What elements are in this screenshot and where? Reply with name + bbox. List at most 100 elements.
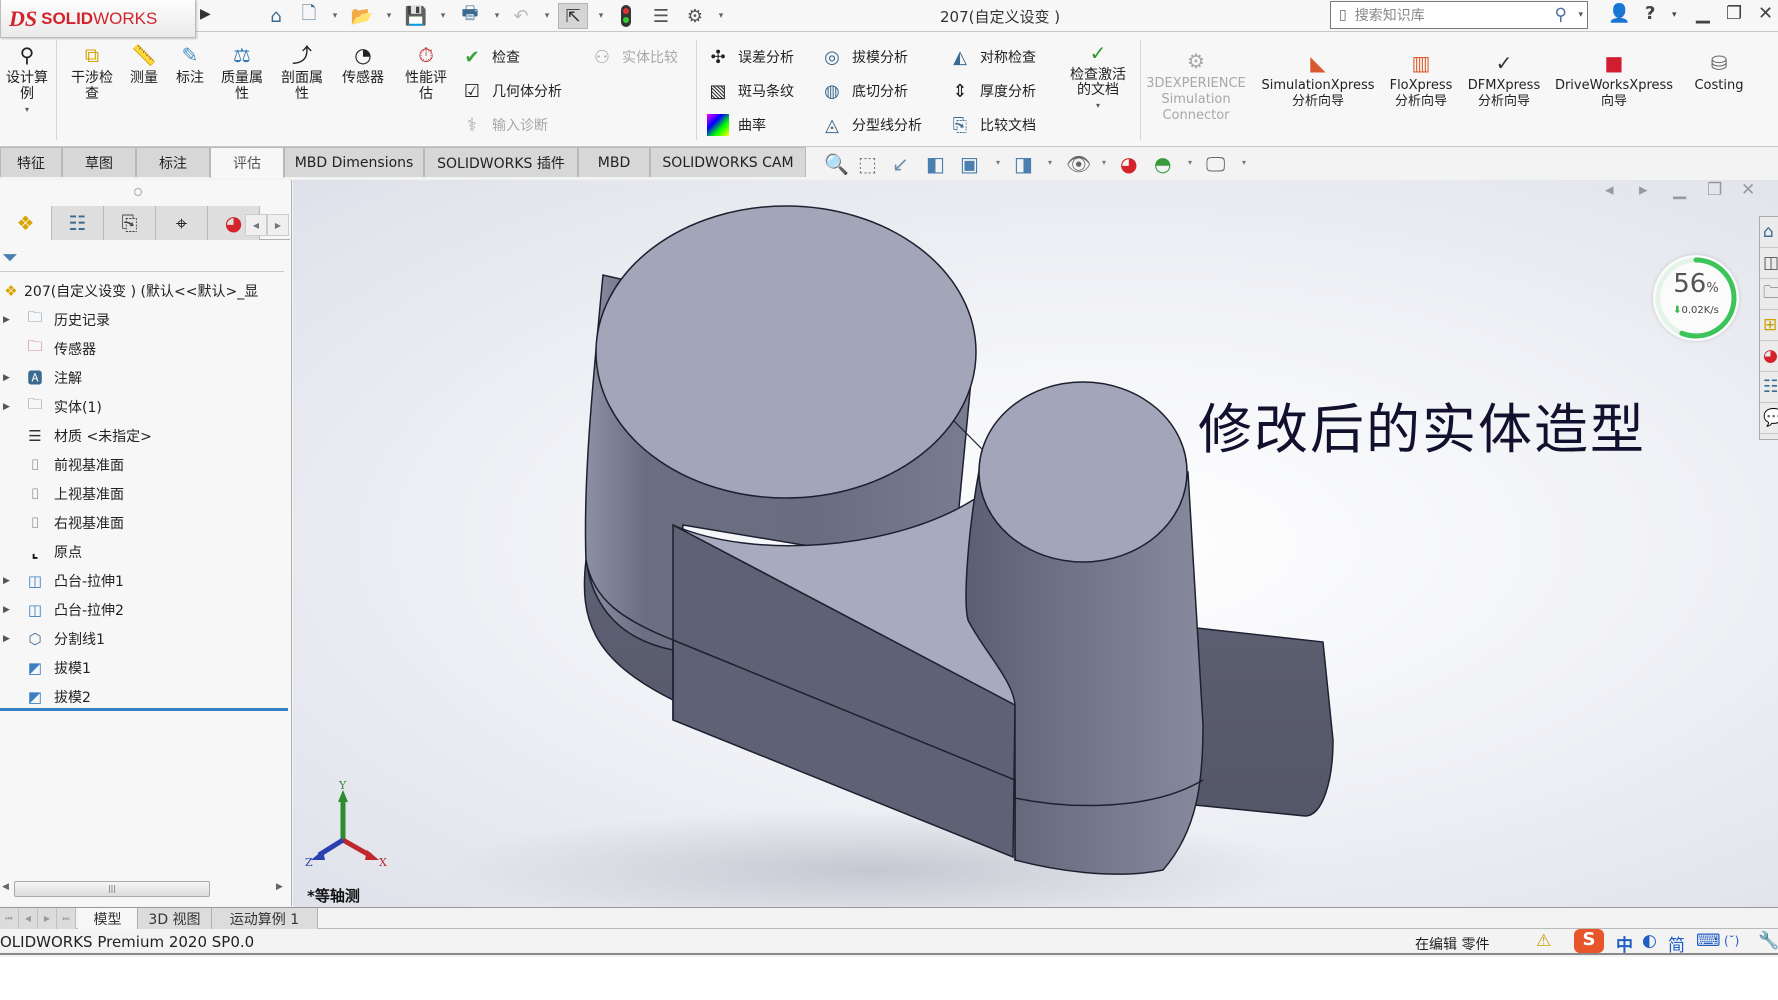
open-dropdown-icon[interactable]: ▾ (384, 3, 394, 29)
view-palette-tab[interactable]: ⊞ (1760, 310, 1778, 341)
interference-check-button[interactable]: ⧉ 干涉检 查 (64, 42, 120, 102)
search-input[interactable]: 搜索知识库 (1355, 5, 1425, 25)
tab-evaluate[interactable]: 评估 (210, 147, 284, 178)
tab-mbd-dimensions[interactable]: MBD Dimensions (284, 147, 424, 177)
select-dropdown-icon[interactable]: ▾ (596, 3, 606, 29)
tree-item-solid-bodies[interactable]: ▶ 🗀 实体(1) (0, 392, 290, 421)
mass-properties-button[interactable]: ⚖ 质量属 性 (214, 42, 270, 102)
search-dropdown-icon[interactable]: ▾ (1578, 10, 1583, 20)
parting-line-analysis-button[interactable]: ◬ 分型线分析 (820, 112, 922, 138)
expand-arrow-icon[interactable]: ▶ (3, 605, 10, 615)
tab-markup[interactable]: 标注 (136, 147, 210, 177)
dropdown-arrow-icon[interactable]: ▾ (25, 102, 29, 118)
tree-item-split-line1[interactable]: ▶ ⬡ 分割线1 (0, 624, 290, 653)
rebuild-icon[interactable] (614, 3, 638, 29)
search-knowledge-base[interactable]: ▯ 搜索知识库 ⚲ ▾ (1330, 1, 1588, 29)
next-document-icon[interactable]: ▸ (1639, 180, 1648, 200)
solidworks-logo[interactable]: DS SOLID WORKS (0, 0, 196, 38)
design-library-tab[interactable]: ◫ (1760, 248, 1778, 279)
expand-arrow-icon[interactable]: ▶ (3, 315, 10, 325)
tree-root-part[interactable]: ❖ 207(自定义设变 ) (默认<<默认>_显 (0, 276, 290, 305)
menu-expand-arrow-icon[interactable]: ▶ (200, 6, 216, 26)
tree-item-origin[interactable]: ⌞ 原点 (0, 537, 290, 566)
floxpress-button[interactable]: ▥ FloXpress 分析向导 (1386, 50, 1456, 110)
apply-scene-icon[interactable]: ◓ (1154, 152, 1171, 176)
tree-item-boss-extrude2[interactable]: ▶ ◫ 凸台-拉伸2 (0, 595, 290, 624)
markup-button[interactable]: ✎ 标注 (168, 42, 212, 86)
ime-emoticon-icon[interactable]: (˘) (1724, 934, 1739, 948)
3dexperience-simulation-connector-button[interactable]: ⚙ 3DEXPERIENCE Simulation Connector (1146, 48, 1246, 124)
new-dropdown-icon[interactable]: ▾ (330, 3, 340, 29)
check-active-document-button[interactable]: ✓ 检查激活 的文档 ▾ (1062, 40, 1134, 114)
solid-model-3d[interactable] (293, 180, 1778, 907)
tree-item-boss-extrude1[interactable]: ▶ ◫ 凸台-拉伸1 (0, 566, 290, 595)
print-dropdown-icon[interactable]: ▾ (492, 3, 502, 29)
propertymanager-tab[interactable]: ☷ (52, 206, 104, 240)
select-cursor-icon[interactable]: ⇱ (558, 3, 588, 29)
view-orientation-icon[interactable]: ▣ (960, 152, 979, 176)
geometry-analysis-button[interactable]: ☑ 几何体分析 (460, 78, 562, 104)
tab-3d-views[interactable]: 3D 视图 (138, 908, 212, 929)
compare-documents-button[interactable]: ⎘ 比较文档 (948, 112, 1036, 138)
section-view-icon[interactable]: ◧ (926, 152, 945, 176)
ime-simplified-icon[interactable]: 简 (1668, 931, 1685, 956)
new-document-icon[interactable]: 🗋 (296, 3, 322, 29)
tree-item-sensors[interactable]: 🗀 传感器 (0, 334, 290, 363)
dimxpertmanager-tab[interactable]: ⌖ (156, 206, 208, 240)
measure-button[interactable]: 📏 测量 (122, 42, 166, 86)
scroll-left-arrow-icon[interactable]: ◀ (245, 214, 267, 236)
next-tab-icon[interactable]: ▶ (38, 908, 57, 929)
zoom-to-fit-icon[interactable]: 🔍 (824, 152, 849, 176)
check-button[interactable]: ✔ 检查 (460, 44, 520, 70)
forum-tab[interactable]: 💬 (1760, 403, 1778, 434)
view-settings-icon[interactable]: 🖵 (1206, 152, 1225, 176)
file-explorer-tab[interactable]: 🗀 (1760, 279, 1778, 310)
performance-evaluation-button[interactable]: ⏱ 性能评 估 (398, 42, 454, 102)
appearances-tab[interactable]: ◕ (1760, 341, 1778, 372)
apply-scene-dropdown-icon[interactable]: ▾ (1188, 158, 1192, 167)
first-tab-icon[interactable]: ⏮ (0, 908, 19, 929)
tree-item-draft1[interactable]: ◩ 拔模1 (0, 653, 290, 682)
ime-chinese-mode-icon[interactable]: 中 (1616, 931, 1633, 956)
undo-icon[interactable]: ↶ (508, 3, 534, 29)
tree-item-draft2[interactable]: ◩ 拔模2 (0, 682, 290, 711)
dfmxpress-button[interactable]: ✓ DFMXpress 分析向导 (1464, 50, 1544, 110)
expand-arrow-icon[interactable]: ▶ (3, 576, 10, 586)
tree-item-front-plane[interactable]: ⌷ 前视基准面 (0, 450, 290, 479)
dropdown-arrow-icon[interactable]: ▾ (1096, 98, 1100, 114)
scroll-left-icon[interactable]: ◀ (2, 882, 9, 892)
reference-triad[interactable]: Y X Z (305, 780, 395, 870)
previous-view-icon[interactable]: ↙ (892, 152, 909, 176)
rollback-bar[interactable] (0, 708, 288, 711)
view-settings-dropdown-icon[interactable]: ▾ (1242, 158, 1246, 167)
sensor-button[interactable]: ◔ 传感器 (334, 42, 392, 86)
tree-item-history[interactable]: ▶ 🗀 历史记录 (0, 305, 290, 334)
help-icon[interactable]: ? (1645, 3, 1655, 24)
restore-button[interactable]: ❐ (1726, 3, 1742, 24)
graphics-area[interactable]: ◂ ▸ ▁ ❐ ✕ 修改后的实体造型 56% ⬇0.02K/s ⌂ ◫ 🗀 ⊞ … (293, 180, 1778, 907)
last-tab-icon[interactable]: ⏭ (57, 908, 76, 929)
tab-solidworks-cam[interactable]: SOLIDWORKS CAM (650, 147, 806, 177)
design-study-button[interactable]: ⚲ 设计算 例 ▾ (2, 42, 52, 118)
tree-item-top-plane[interactable]: ⌷ 上视基准面 (0, 479, 290, 508)
user-icon[interactable]: 👤 (1608, 3, 1630, 24)
rebuild-warning-icon[interactable]: ⚠ (1536, 931, 1551, 951)
curvature-button[interactable]: 曲率 (706, 112, 766, 138)
tab-features[interactable]: 特征 (0, 147, 62, 177)
document-restore-button[interactable]: ❐ (1707, 180, 1722, 200)
hide-show-items-icon[interactable]: 👁 (1066, 152, 1091, 176)
simulationxpress-button[interactable]: ◣ SimulationXpress 分析向导 (1256, 50, 1380, 110)
sogou-ime-icon[interactable]: S (1574, 929, 1604, 953)
display-style-dropdown-icon[interactable]: ▾ (1048, 158, 1052, 167)
previous-tab-icon[interactable]: ◀ (19, 908, 38, 929)
import-diagnostics-button[interactable]: ⚕ 输入诊断 (460, 112, 548, 138)
document-close-button[interactable]: ✕ (1741, 180, 1755, 200)
help-dropdown-icon[interactable]: ▾ (1672, 10, 1677, 20)
network-speed-monitor[interactable]: 56% ⬇0.02K/s (1653, 255, 1739, 341)
ime-keyboard-icon[interactable]: ⌨ (1696, 931, 1721, 951)
undercut-analysis-button[interactable]: ◍ 底切分析 (820, 78, 908, 104)
compare-bodies-button[interactable]: ⚇ 实体比较 (590, 44, 678, 70)
print-icon[interactable]: 🖶 (456, 3, 484, 29)
scroll-right-arrow-icon[interactable]: ▶ (267, 214, 289, 236)
save-icon[interactable]: 💾 (402, 3, 430, 29)
